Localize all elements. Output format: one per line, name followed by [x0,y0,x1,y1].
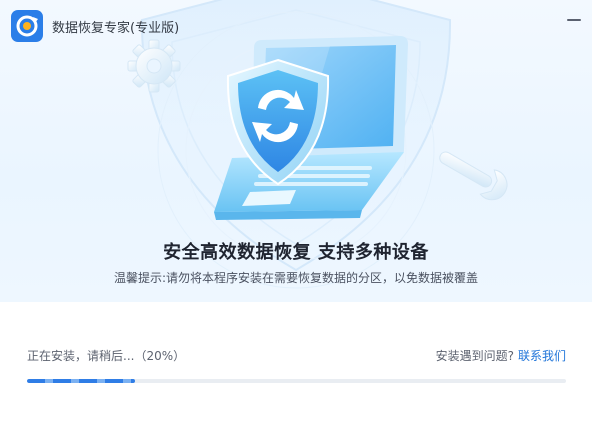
hero-banner: 数据恢复专家(专业版) 安全高效数据恢复 支持多种设备 温馨提示:请勿将本程序安… [0,0,592,302]
wrench-icon [439,151,508,201]
gear-icon [127,39,181,93]
contact-us-link[interactable]: 联系我们 [518,349,566,363]
hero-headline: 安全高效数据恢复 支持多种设备 [163,242,429,263]
help-area: 安装遇到问题? 联系我们 [436,347,566,364]
window-title: 数据恢复专家(专业版) [52,21,180,36]
minimize-icon[interactable] [562,8,586,32]
install-status-text: 正在安装，请稍后...（20%） [27,349,186,363]
app-logo-icon [11,10,43,42]
install-progress-bar [27,379,566,383]
install-tip: 温馨提示:请勿将本程序安装在需要恢复数据的分区，以免数据被覆盖 [113,271,479,285]
help-prompt: 安装遇到问题? [435,349,514,363]
install-progress-fill [27,379,135,383]
